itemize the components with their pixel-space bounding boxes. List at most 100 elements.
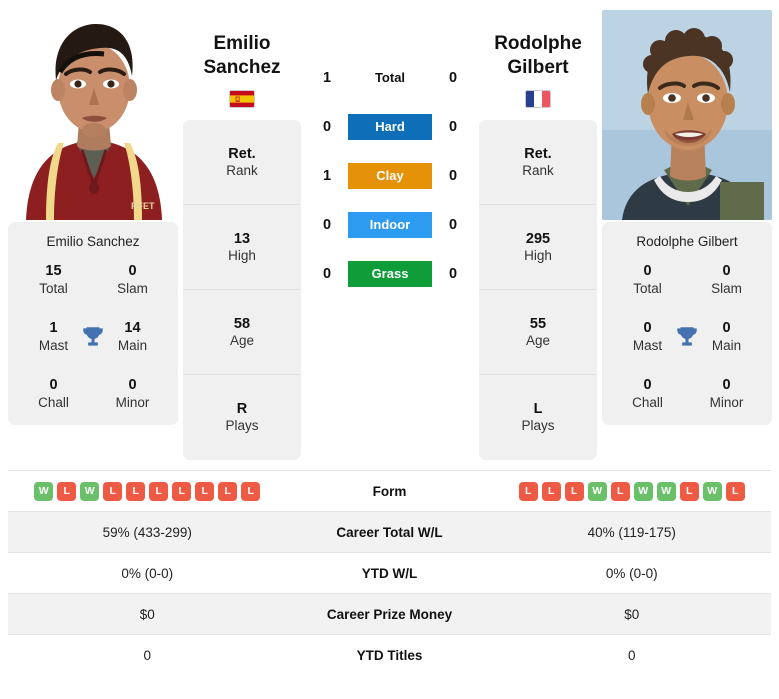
left-titles-slam-value: 0 xyxy=(128,263,137,279)
left-plays-label: Plays xyxy=(225,418,259,434)
right-career-prize-money: $0 xyxy=(624,606,640,622)
table-row-ytd-wl: 0% (0-0) YTD W/L 0% (0-0) xyxy=(8,552,771,593)
form-badge-loss[interactable]: L xyxy=(610,481,630,501)
left-age-label: Age xyxy=(229,332,255,348)
right-high-value: 295 xyxy=(525,230,551,247)
right-rank-list: Ret. Rank 295 High 55 Age L Plays xyxy=(479,120,597,460)
right-player-photo xyxy=(602,10,772,220)
form-badge-win[interactable]: W xyxy=(34,481,54,501)
left-player-first-name: Emilio xyxy=(213,33,271,54)
table-row-ytd-titles: 0 YTD Titles 0 xyxy=(8,634,771,675)
right-rank-label: Rank xyxy=(522,162,554,178)
form-badge-loss[interactable]: L xyxy=(679,481,699,501)
left-h2h-indoor: 0 xyxy=(322,217,332,233)
right-player-last-name: Gilbert xyxy=(507,57,569,79)
left-titles-chall-label: Chall xyxy=(38,395,69,410)
right-titles-minor-value: 0 xyxy=(722,377,731,394)
right-titles-grid: 0 Total 0 Slam 0 Mast 0 Main 0 Chall 0 M… xyxy=(608,263,766,411)
right-ytd-titles: 0 xyxy=(627,647,636,663)
form-badge-loss[interactable]: L xyxy=(218,481,238,501)
left-rank-cell: Ret. Rank xyxy=(183,120,301,205)
form-badge-win[interactable]: W xyxy=(633,481,653,501)
surface-row-clay: 1 Clay 0 xyxy=(306,163,474,189)
form-badge-loss[interactable]: L xyxy=(195,481,215,501)
table-label-career-total-wl: Career Total W/L xyxy=(336,524,443,540)
left-titles-minor-label: Minor xyxy=(115,395,150,410)
left-form-strip: WLWLLLLLLL xyxy=(34,481,261,501)
left-player-photo: RFET xyxy=(8,10,178,220)
surface-label-hard[interactable]: Hard xyxy=(348,114,432,140)
form-badge-loss[interactable]: L xyxy=(126,481,146,501)
left-player-name: Emilio Sanchez xyxy=(203,32,280,81)
right-titles-total-value: 0 xyxy=(643,263,652,279)
form-badge-loss[interactable]: L xyxy=(149,481,169,501)
head-to-head-page: RFET Emilio Sanchez 15 Total 0 Slam 1 Ma… xyxy=(0,0,779,699)
surface-label-clay[interactable]: Clay xyxy=(348,163,432,189)
form-badge-win[interactable]: W xyxy=(656,481,676,501)
right-rank-value: Ret. xyxy=(524,145,552,162)
right-titles-chall-value: 0 xyxy=(643,377,652,394)
right-h2h-total: 0 xyxy=(448,70,458,86)
trophy-icon xyxy=(80,324,106,350)
table-label-ytd-wl: YTD W/L xyxy=(361,565,418,581)
left-info-column: Emilio Sanchez Ret. Rank 13 High 58 Age … xyxy=(183,10,301,460)
form-badge-loss[interactable]: L xyxy=(541,481,561,501)
right-h2h-clay: 0 xyxy=(448,168,458,184)
trophy-icon xyxy=(674,324,700,350)
table-row-career-prize-money: $0 Career Prize Money $0 xyxy=(8,593,771,634)
svg-text:RFET: RFET xyxy=(131,201,155,211)
surface-label-grass[interactable]: Grass xyxy=(348,261,432,287)
left-form-cell: WLWLLLLLLL xyxy=(8,481,287,501)
left-rank-list: Ret. Rank 13 High 58 Age R Plays xyxy=(183,120,301,460)
right-h2h-hard: 0 xyxy=(448,119,458,135)
right-age-label: Age xyxy=(525,332,551,348)
right-high-cell: 295 High xyxy=(479,205,597,290)
left-career-prize-money: $0 xyxy=(139,606,155,622)
form-badge-win[interactable]: W xyxy=(587,481,607,501)
right-player-name: Rodolphe Gilbert xyxy=(494,32,582,81)
right-card-player-name: Rodolphe Gilbert xyxy=(636,234,738,249)
right-form-cell: LLLWLWWLWL xyxy=(493,481,772,501)
form-badge-loss[interactable]: L xyxy=(172,481,192,501)
right-plays-value: L xyxy=(533,401,543,417)
right-titles-slam-value: 0 xyxy=(722,263,731,279)
right-titles-chall: 0 Chall xyxy=(608,377,687,411)
left-titles-total: 15 Total xyxy=(14,263,93,297)
right-plays-label: Plays xyxy=(521,418,555,434)
left-h2h-hard: 0 xyxy=(322,119,332,135)
right-form-strip: LLLWLWWLWL xyxy=(518,481,745,501)
right-titles-card: Rodolphe Gilbert 0 Total 0 Slam 0 Mast 0… xyxy=(602,222,772,426)
right-ytd-wl: 0% (0-0) xyxy=(605,565,658,581)
right-h2h-grass: 0 xyxy=(448,266,458,282)
left-titles-chall: 0 Chall xyxy=(14,377,93,411)
france-flag-icon xyxy=(525,89,551,108)
left-titles-slam: 0 Slam xyxy=(93,263,172,297)
form-badge-loss[interactable]: L xyxy=(518,481,538,501)
right-titles-slam-label: Slam xyxy=(711,280,742,296)
table-row-form: WLWLLLLLLL Form LLLWLWWLWL xyxy=(8,470,771,511)
form-badge-loss[interactable]: L xyxy=(241,481,261,501)
left-titles-chall-value: 0 xyxy=(49,377,58,394)
surface-label-indoor[interactable]: Indoor xyxy=(348,212,432,238)
form-badge-win[interactable]: W xyxy=(80,481,100,501)
left-plays-value: R xyxy=(236,401,248,417)
left-career-total-wl: 59% (433-299) xyxy=(102,524,192,540)
left-h2h-clay: 1 xyxy=(322,168,332,184)
left-high-value: 13 xyxy=(233,230,251,247)
table-row-career-total-wl: 59% (433-299) Career Total W/L 40% (119-… xyxy=(8,511,771,552)
left-h2h-grass: 0 xyxy=(322,266,332,282)
right-player-first-name: Rodolphe xyxy=(494,33,582,54)
form-badge-loss[interactable]: L xyxy=(564,481,584,501)
left-age-cell: 58 Age xyxy=(183,290,301,375)
form-badge-loss[interactable]: L xyxy=(103,481,123,501)
left-h2h-total: 1 xyxy=(322,70,332,86)
surface-row-indoor: 0 Indoor 0 xyxy=(306,212,474,238)
surface-breakdown: 1 Total 0 0 Hard 0 1 Clay 0 0 Indoor 0 0 xyxy=(306,10,474,287)
spain-flag-icon xyxy=(229,89,255,108)
form-badge-win[interactable]: W xyxy=(702,481,722,501)
surface-label-total: Total xyxy=(374,70,406,85)
form-badge-loss[interactable]: L xyxy=(57,481,77,501)
form-badge-loss[interactable]: L xyxy=(725,481,745,501)
left-titles-total-value: 15 xyxy=(45,263,62,279)
surface-row-grass: 0 Grass 0 xyxy=(306,261,474,287)
